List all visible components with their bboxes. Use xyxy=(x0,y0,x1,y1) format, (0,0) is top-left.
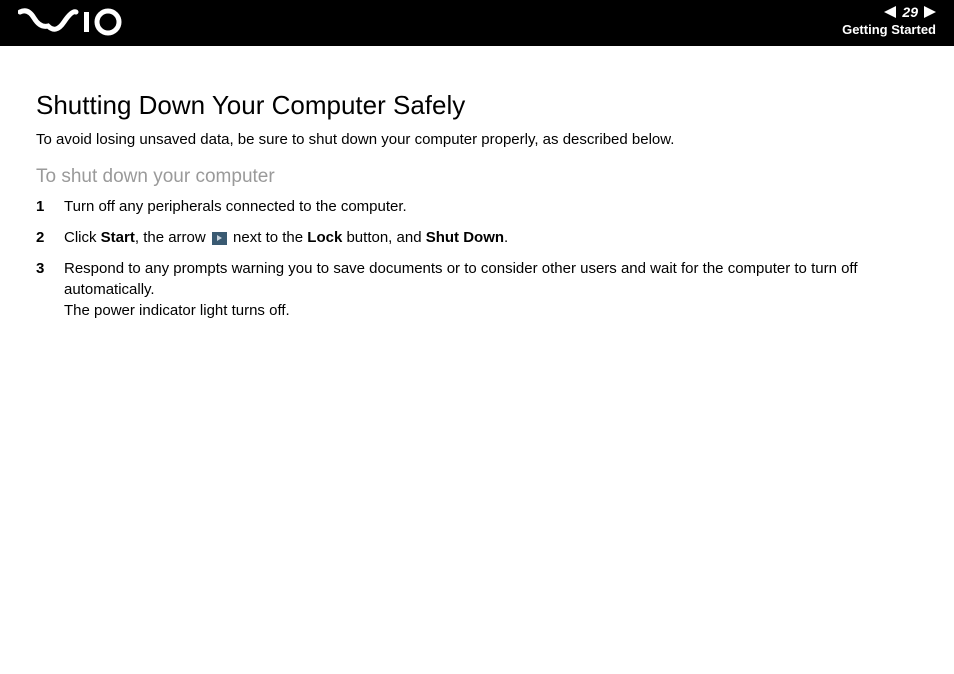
header-nav: 29 Getting Started xyxy=(842,4,936,37)
step-1: Turn off any peripherals connected to th… xyxy=(36,196,936,217)
step-2-text-b: , the arrow xyxy=(135,229,210,246)
step-2-text-c: next to the xyxy=(229,229,307,246)
step-2-text-e: . xyxy=(504,229,508,246)
page-number: 29 xyxy=(902,4,918,20)
step-list: Turn off any peripherals connected to th… xyxy=(36,196,936,321)
step-2: Click Start, the arrow next to the Lock … xyxy=(36,227,936,248)
step-2-lock: Lock xyxy=(307,229,342,246)
sub-heading: To shut down your computer xyxy=(36,166,936,188)
next-page-arrow-icon[interactable] xyxy=(924,6,936,18)
vaio-logo xyxy=(18,6,126,43)
intro-paragraph: To avoid losing unsaved data, be sure to… xyxy=(36,131,936,148)
header-bar: 29 Getting Started xyxy=(0,0,954,46)
step-1-text: Turn off any peripherals connected to th… xyxy=(64,198,407,215)
prev-page-arrow-icon[interactable] xyxy=(884,6,896,18)
section-label: Getting Started xyxy=(842,22,936,37)
step-3: Respond to any prompts warning you to sa… xyxy=(36,258,936,321)
page-title: Shutting Down Your Computer Safely xyxy=(36,90,936,121)
step-2-start: Start xyxy=(101,229,135,246)
step-2-text-d: button, and xyxy=(342,229,425,246)
step-3-text-a: Respond to any prompts warning you to sa… xyxy=(64,260,857,298)
step-3-text-b: The power indicator light turns off. xyxy=(64,302,290,319)
arrow-button-icon xyxy=(212,232,227,245)
page-content: Shutting Down Your Computer Safely To av… xyxy=(0,46,954,321)
step-2-text-a: Click xyxy=(64,229,101,246)
step-2-shutdown: Shut Down xyxy=(426,229,504,246)
